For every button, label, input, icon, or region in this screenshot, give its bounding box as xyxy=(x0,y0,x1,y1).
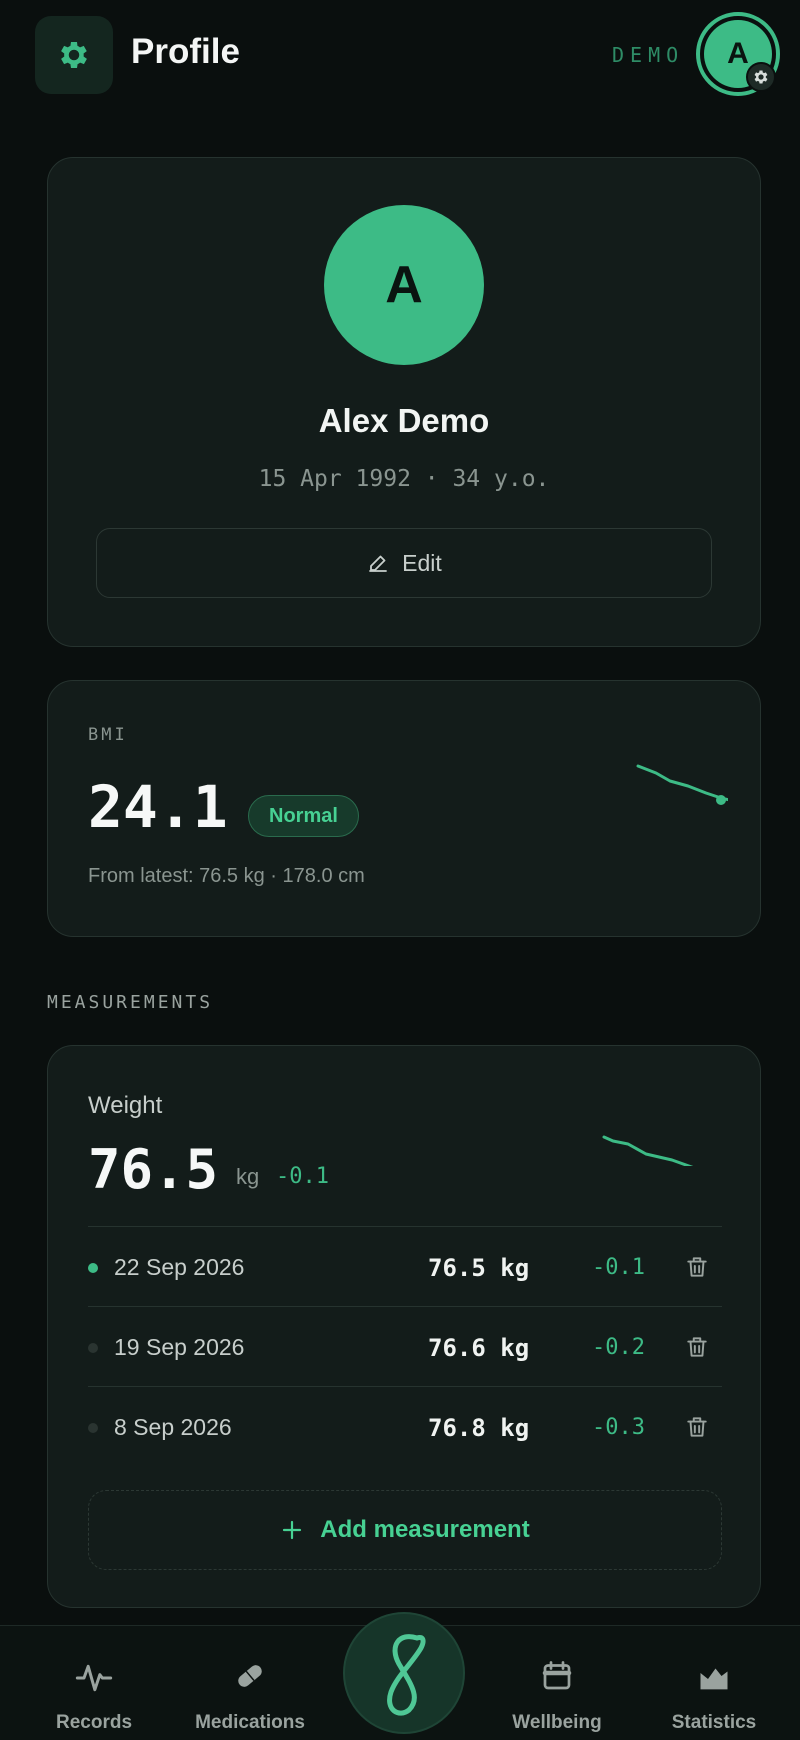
profile-card: A Alex Demo 15 Apr 1992 · 34 y.o. Edit xyxy=(47,157,761,647)
plus-icon xyxy=(283,1520,302,1540)
weight-entries-list: 22 Sep 2026 76.5 kg -0.1 19 Sep 2026 76.… xyxy=(88,1226,722,1466)
demo-mode-label: DEMO xyxy=(612,43,685,67)
calendar-icon xyxy=(542,1661,572,1690)
nav-wellbeing-label: Wellbeing xyxy=(512,1712,602,1733)
weight-entry-row[interactable]: 19 Sep 2026 76.6 kg -0.2 xyxy=(88,1306,722,1386)
nav-wellbeing[interactable]: Wellbeing xyxy=(487,1626,627,1740)
latest-entry-dot xyxy=(88,1263,98,1273)
area-chart-icon xyxy=(700,1668,728,1690)
pill-icon xyxy=(238,1665,262,1687)
profile-avatar: A xyxy=(324,205,484,365)
profile-name: Alex Demo xyxy=(318,402,490,439)
nav-medications-label: Medications xyxy=(195,1712,305,1733)
weight-sparkline xyxy=(602,1135,694,1166)
entry-delta: -0.3 xyxy=(592,1415,645,1440)
bmi-source-text: From latest: 76.5 kg · 178.0 cm xyxy=(88,865,365,887)
entry-delta: -0.2 xyxy=(592,1335,645,1360)
app-header: Profile DEMO A xyxy=(0,0,800,112)
bmi-label: BMI xyxy=(88,725,128,745)
bmi-status-badge: Normal xyxy=(248,795,359,837)
pulse-icon xyxy=(75,1664,113,1692)
edit-profile-button[interactable]: Edit xyxy=(96,528,712,598)
bmi-card[interactable]: BMI 24.1 Normal From latest: 76.5 kg · 1… xyxy=(47,680,761,937)
weight-delta: -0.1 xyxy=(276,1164,329,1189)
measurements-section-title: MEASUREMENTS xyxy=(47,992,214,1013)
avatar-settings-badge[interactable] xyxy=(746,62,776,92)
trash-icon[interactable] xyxy=(684,1413,710,1441)
weight-card: Weight 76.5 kg -0.1 22 Sep 2026 76.5 kg … xyxy=(47,1045,761,1608)
profile-birthdate: 15 Apr 1992 · 34 y.o. xyxy=(258,466,550,492)
weight-unit: kg xyxy=(236,1164,260,1189)
trash-icon[interactable] xyxy=(684,1253,710,1281)
weight-entry-row[interactable]: 22 Sep 2026 76.5 kg -0.1 xyxy=(88,1226,722,1306)
gear-icon xyxy=(754,70,768,84)
entry-value: 76.8 kg xyxy=(428,1414,530,1442)
nav-statistics[interactable]: Statistics xyxy=(644,1626,784,1740)
infinity-logo-icon xyxy=(387,1634,426,1716)
weight-label: Weight xyxy=(88,1092,163,1119)
page-title: Profile xyxy=(131,32,240,71)
entry-value: 76.6 kg xyxy=(428,1334,530,1362)
weight-entry-row[interactable]: 8 Sep 2026 76.8 kg -0.3 xyxy=(88,1386,722,1466)
bmi-sparkline xyxy=(636,764,728,805)
entry-date: 8 Sep 2026 xyxy=(114,1414,232,1440)
add-measurement-label: Add measurement xyxy=(320,1516,530,1543)
entry-date: 22 Sep 2026 xyxy=(114,1254,245,1280)
nav-statistics-label: Statistics xyxy=(671,1712,757,1733)
nav-records-label: Records xyxy=(55,1712,133,1733)
entry-value: 76.5 kg xyxy=(428,1254,530,1282)
add-measurement-button[interactable]: Add measurement xyxy=(88,1490,722,1570)
pencil-icon xyxy=(369,555,388,572)
weight-value: 76.5 xyxy=(88,1138,219,1201)
entry-date: 19 Sep 2026 xyxy=(114,1334,245,1360)
nav-medications[interactable]: Medications xyxy=(180,1626,320,1740)
entry-delta: -0.1 xyxy=(592,1255,645,1280)
entry-dot xyxy=(88,1423,98,1433)
nav-records[interactable]: Records xyxy=(24,1626,164,1740)
trash-icon[interactable] xyxy=(684,1333,710,1361)
nav-home-button[interactable] xyxy=(343,1612,465,1734)
gear-icon xyxy=(61,41,87,69)
settings-button[interactable] xyxy=(35,16,113,94)
entry-dot xyxy=(88,1343,98,1353)
bmi-value: 24.1 xyxy=(88,773,228,841)
edit-button-label: Edit xyxy=(402,549,442,576)
